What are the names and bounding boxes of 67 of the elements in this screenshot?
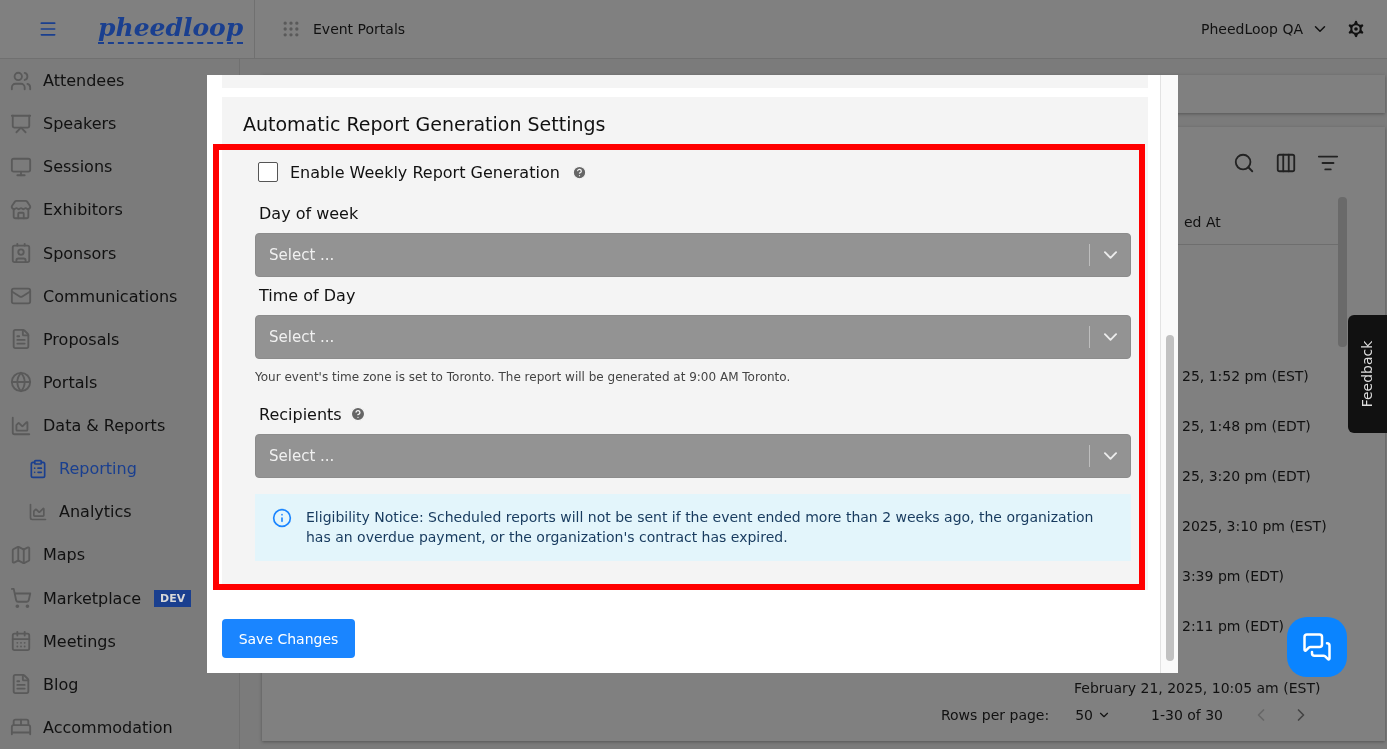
chat-icon xyxy=(1302,632,1332,662)
sidebar-item[interactable]: Reporting xyxy=(0,447,239,491)
table-cell: 25, 3:20 pm (EDT) xyxy=(1182,468,1311,484)
columns-icon[interactable] xyxy=(1275,152,1297,174)
sidebar-item[interactable]: Proposals xyxy=(0,317,239,361)
table-cell: 2025, 3:10 pm (EST) xyxy=(1182,518,1327,534)
chevron-down-icon xyxy=(1103,251,1117,260)
sidebar-item[interactable]: Sessions xyxy=(0,145,239,189)
sidebar-item[interactable]: Accommodation xyxy=(0,705,239,749)
page-range: 1-30 of 30 xyxy=(1151,707,1223,723)
chart-icon xyxy=(10,414,32,437)
table-cell: 3:39 pm (EDT) xyxy=(1182,568,1284,584)
save-button[interactable]: Save Changes xyxy=(222,619,355,658)
field-label: Time of Day xyxy=(259,285,356,305)
section-title: Automatic Report Generation Settings xyxy=(242,112,607,137)
help-icon[interactable] xyxy=(571,164,587,180)
search-icon[interactable] xyxy=(1233,152,1255,174)
monitor-icon xyxy=(10,155,32,178)
table-cell: 25, 1:52 pm (EST) xyxy=(1182,368,1309,384)
presenter-icon xyxy=(10,112,32,135)
sidebar-item[interactable]: Data & Reports xyxy=(0,404,239,448)
document-icon xyxy=(10,328,32,351)
document-icon xyxy=(10,673,32,696)
id-card-icon xyxy=(10,242,32,265)
timezone-note: Your event's time zone is set to Toronto. The report will be generated at 9:00 AM Toronto. xyxy=(255,370,792,385)
sidebar-item[interactable]: Maps xyxy=(0,533,239,577)
chevron-down-icon xyxy=(1103,452,1117,461)
info-icon xyxy=(272,508,292,529)
sidebar-item[interactable]: Blog xyxy=(0,662,239,706)
rows-per-page-dropdown[interactable]: 50 xyxy=(1069,706,1117,724)
map-icon xyxy=(10,543,32,566)
feedback-tab[interactable]: Feedback xyxy=(1348,315,1387,433)
cart-icon xyxy=(10,587,32,610)
table-cell: 25, 1:48 pm (EDT) xyxy=(1182,418,1311,434)
menu-icon[interactable] xyxy=(38,19,58,39)
sidebar-item[interactable]: Portals xyxy=(0,360,239,404)
section-title: Event Portals xyxy=(313,21,406,37)
clipboard-icon xyxy=(28,458,48,479)
checkbox-label[interactable]: Enable Weekly Report Generation xyxy=(290,162,560,182)
settings-icon[interactable] xyxy=(1345,18,1367,40)
dev-tag: DEV xyxy=(154,589,192,607)
organization-dropdown[interactable]: PheedLoop QA xyxy=(1194,19,1335,39)
field-label: Recipients xyxy=(259,404,342,424)
logo: pheedloop xyxy=(98,14,244,44)
people-icon xyxy=(10,69,32,92)
table-cell: 2:11 pm (EDT) xyxy=(1182,618,1284,634)
chat-button[interactable] xyxy=(1287,617,1347,677)
sidebar-item[interactable]: Communications xyxy=(0,274,239,318)
sidebar-item[interactable]: Attendees xyxy=(0,59,239,103)
checkbox[interactable] xyxy=(258,162,278,183)
table-cell: February 21, 2025, 10:05 am (EST) xyxy=(1074,680,1321,696)
globe-icon xyxy=(10,371,32,394)
sidebar-item[interactable]: Speakers xyxy=(0,102,239,146)
field-label: Day of week xyxy=(259,203,359,223)
sidebar-item[interactable]: Analytics xyxy=(0,490,239,534)
chart-icon xyxy=(28,501,48,522)
sidebar-item[interactable]: Exhibitors xyxy=(0,188,239,232)
calendar-icon xyxy=(10,630,32,653)
scrollbar[interactable] xyxy=(1338,197,1347,347)
rows-per-page-label: Rows per page: xyxy=(940,707,1050,723)
notice-text: Eligibility Notice: Scheduled reports will not be sent if the event ended more than 2 weeks ago, the organization has an overdue payment, or the organization's contract has expired. xyxy=(306,508,1095,548)
sidebar-item[interactable]: Sponsors xyxy=(0,231,239,275)
storefront-icon xyxy=(10,198,32,221)
chevron-down-icon xyxy=(1103,333,1117,342)
sidebar-item[interactable]: Marketplace DEV xyxy=(0,576,239,620)
scrollbar[interactable] xyxy=(1166,335,1174,661)
column-header: ed At xyxy=(1184,213,1221,230)
